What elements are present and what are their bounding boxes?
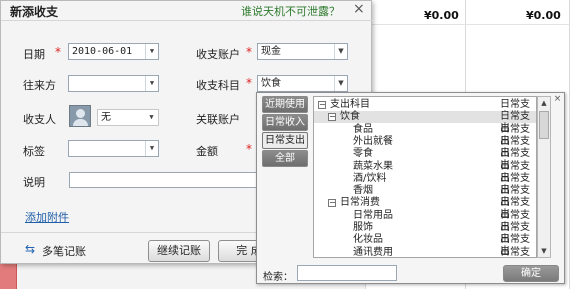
tree-row[interactable]: 香烟 日常支出 <box>314 185 536 208</box>
required-mark: * <box>246 142 252 156</box>
chevron-down-icon[interactable]: ▼ <box>334 76 347 91</box>
search-label: 检索： <box>263 272 293 283</box>
ledger-row-marker <box>0 264 17 289</box>
payee-field[interactable]: 无 ▼ <box>97 109 159 126</box>
collapse-icon[interactable]: − <box>328 113 336 122</box>
related-account-label: 关联账户 <box>196 113 240 126</box>
payee-label: 收支人 <box>23 113 56 126</box>
tree-row-name: 蔬菜水果 <box>353 160 393 172</box>
tree-row[interactable]: 食品 日常支出 <box>314 123 536 147</box>
scroll-down-icon[interactable]: ▼ <box>538 245 550 257</box>
tree-scrollbar[interactable]: ▲ ▼ <box>537 96 551 258</box>
tree-row[interactable]: −支出科目日常支出 <box>314 99 536 122</box>
chevron-down-icon[interactable]: ▼ <box>145 44 158 59</box>
tree-row[interactable]: 日常用品 日常支出 <box>314 209 536 233</box>
scrollbar-thumb[interactable] <box>539 111 549 139</box>
tree-row-name: 化妆品 <box>353 234 383 246</box>
tab-expense[interactable]: 日常支出 <box>262 132 308 149</box>
tab-all[interactable]: 全部 <box>262 150 308 167</box>
tree-row[interactable]: 蔬菜水果 日常支出 <box>314 160 536 184</box>
tree-row-name: 饮食 <box>340 111 360 123</box>
date-label: 日期 <box>23 48 45 61</box>
date-value: 2010-06-01 <box>72 46 133 57</box>
ledger-row-divider <box>365 24 570 25</box>
ok-button[interactable]: 确定 <box>503 265 559 282</box>
close-icon[interactable]: × <box>552 94 563 105</box>
tree-row[interactable]: 外出就餐 日常支出 <box>314 135 536 159</box>
required-mark: * <box>246 45 252 59</box>
ledger-amount-2: ¥0.00 <box>526 9 561 22</box>
account-field[interactable]: 现金 ▼ <box>257 43 348 60</box>
category-picker-popup: 近期使用 日常收入 日常支出 全部 −支出科目日常支出−饮食日常支出食品日常支出… <box>256 92 565 284</box>
memo-label: 说明 <box>23 176 45 189</box>
tree-row-name: 外出就餐 <box>353 135 393 147</box>
multi-entry-label[interactable]: 多笔记账 <box>42 243 86 259</box>
scroll-up-icon[interactable]: ▲ <box>538 97 550 109</box>
ledger-amount-1: ¥0.00 <box>424 9 459 22</box>
tree-row[interactable]: 零食 日常支出 <box>314 148 536 171</box>
chevron-down-icon[interactable]: ▼ <box>145 141 158 156</box>
tree-row[interactable]: 化妆品日常支出 <box>314 234 536 257</box>
chevron-down-icon[interactable]: ▼ <box>334 44 347 59</box>
partner-label: 往来方 <box>23 79 56 92</box>
tags-label: 标签 <box>23 145 45 158</box>
tree-row[interactable]: − 饮食 日常支出 <box>314 111 536 134</box>
tab-recent[interactable]: 近期使用 <box>262 96 308 113</box>
avatar-head <box>76 109 85 118</box>
tree-row[interactable]: − 日常消费 日常支出 <box>314 197 536 220</box>
tree-row-name: 通讯费用 <box>353 246 393 258</box>
tree-row[interactable]: 通讯费用 日常支出 <box>314 246 536 258</box>
partner-field[interactable]: ▼ <box>68 75 159 92</box>
collapse-icon[interactable]: − <box>318 101 326 109</box>
tree-row-name: 酒/饮料 <box>353 172 387 184</box>
avatar-body <box>73 119 88 126</box>
title-divider <box>1 20 373 21</box>
chevron-down-icon[interactable]: ▼ <box>145 76 158 91</box>
tree-row-name: 服饰 <box>353 222 373 233</box>
tree-row-name: 日常用品 <box>353 209 393 221</box>
category-label: 收支科目 <box>196 79 240 92</box>
category-value: 饮食 <box>261 78 281 89</box>
add-attachment-link[interactable]: 添加附件 <box>25 209 69 225</box>
close-icon[interactable]: × <box>353 1 365 17</box>
collapse-icon[interactable]: − <box>328 199 336 208</box>
tree-row-name: 香烟 <box>353 185 373 197</box>
account-label: 收支账户 <box>196 48 240 61</box>
multi-entry-icon[interactable]: ⇆ <box>25 243 39 255</box>
chevron-down-icon[interactable]: ▼ <box>145 110 158 125</box>
required-mark: * <box>55 45 61 59</box>
tree-row[interactable]: 服饰 日常支出 <box>314 222 536 245</box>
tags-field[interactable]: ▼ <box>68 140 159 157</box>
tip-link[interactable]: 谁说天机不可泄露？ <box>241 3 340 19</box>
search-input[interactable] <box>297 265 397 281</box>
tree-row-type: 日常支出 <box>500 246 530 258</box>
required-mark: * <box>246 76 252 90</box>
tree-row-name: 零食 <box>353 148 373 160</box>
tab-income[interactable]: 日常收入 <box>262 114 308 131</box>
account-value: 现金 <box>261 46 281 57</box>
amount-label: 金额 <box>196 145 218 158</box>
tree-row[interactable]: 酒/饮料 日常支出 <box>314 172 536 196</box>
dialog-title: 新添收支 <box>10 5 59 19</box>
category-tree: −支出科目日常支出−饮食日常支出食品日常支出外出就餐日常支出零食日常支出蔬菜水果… <box>313 96 537 258</box>
payee-value: 无 <box>101 112 111 123</box>
continue-button[interactable]: 继续记账 <box>148 240 210 262</box>
tree-row-name: 日常消费 <box>340 197 380 209</box>
date-field[interactable]: 2010-06-01 ▼ <box>68 43 159 60</box>
category-field[interactable]: 饮食 ▼ <box>257 75 348 92</box>
avatar <box>69 105 91 127</box>
tree-row-name: 支出科目 <box>330 99 370 110</box>
tree-row-name: 食品 <box>353 123 373 135</box>
